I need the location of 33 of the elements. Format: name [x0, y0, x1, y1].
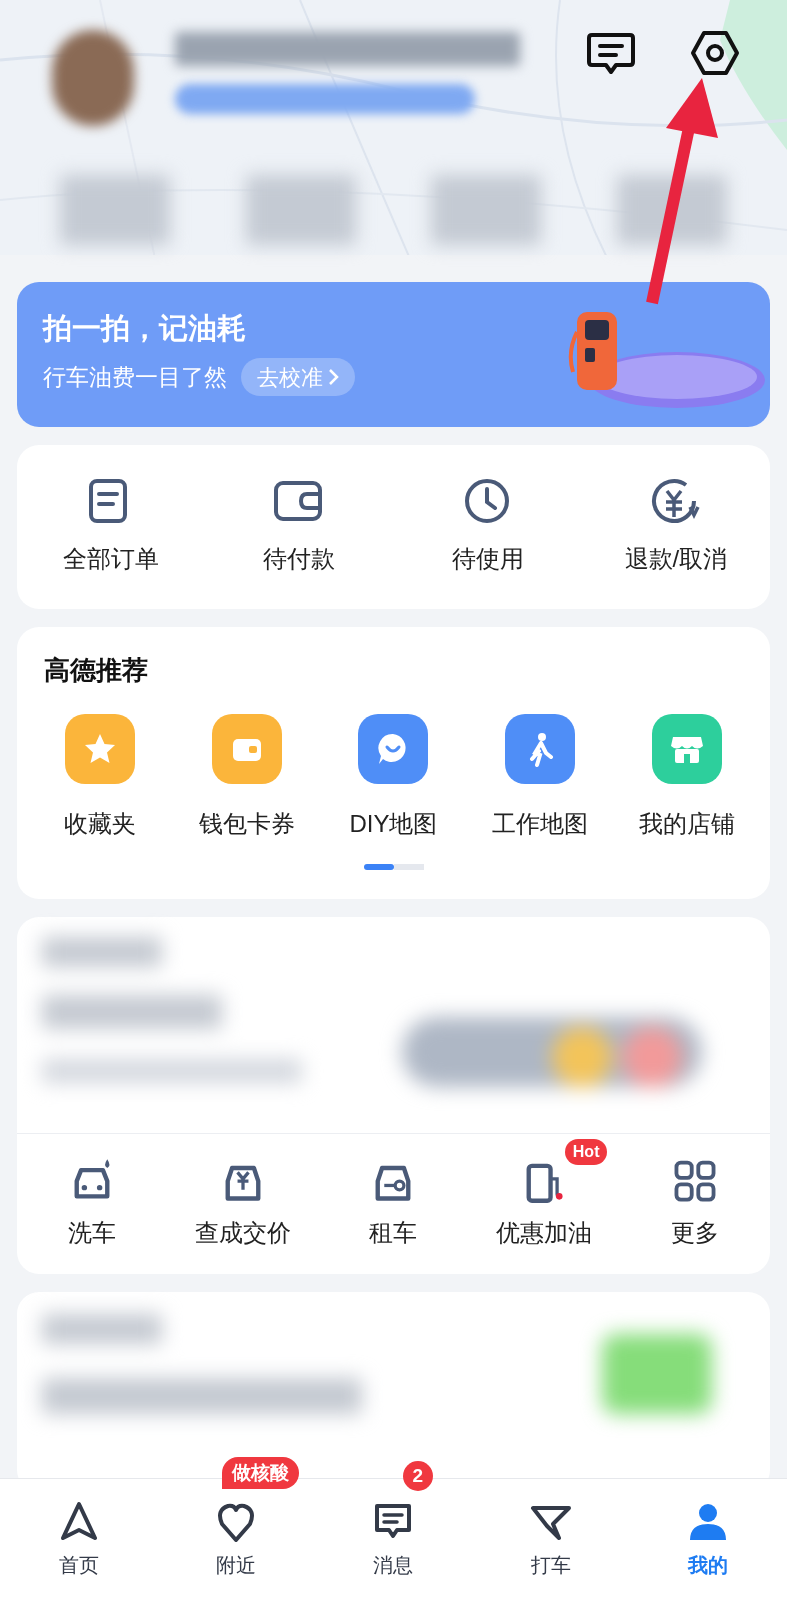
nav-tab[interactable]: 打车	[528, 1499, 573, 1580]
hot-badge: Hot	[564, 1139, 608, 1165]
chevron-right-icon	[327, 368, 339, 386]
refund-icon[interactable]	[649, 477, 702, 525]
app-tile[interactable]	[505, 714, 576, 784]
service-label[interactable]: 洗车	[68, 1215, 117, 1251]
app-tile[interactable]	[211, 714, 282, 784]
service-label[interactable]: 查成交价	[194, 1215, 291, 1251]
app-tile[interactable]	[65, 714, 136, 784]
banner-title: 拍一拍，记油耗	[43, 311, 247, 346]
nav-badge: 做核酸	[222, 1457, 300, 1489]
service-label[interactable]: 更多	[670, 1215, 719, 1251]
nav-tab[interactable]: 附近	[214, 1499, 259, 1580]
nav-tab[interactable]: 我的	[686, 1499, 731, 1580]
app-tile[interactable]	[651, 714, 722, 784]
app-tile[interactable]	[358, 714, 429, 784]
message-icon[interactable]	[586, 32, 636, 76]
app-label[interactable]: 收藏夹	[64, 806, 137, 842]
app-label[interactable]: 我的店铺	[638, 806, 735, 842]
order-label[interactable]: 待使用	[451, 541, 524, 577]
nav-tab[interactable]: 消息	[371, 1499, 416, 1580]
app-label[interactable]: 工作地图	[492, 806, 589, 842]
app-label[interactable]: 钱包卡券	[198, 806, 295, 842]
app-label[interactable]: DIY地图	[349, 806, 438, 842]
order-label[interactable]: 全部订单	[63, 541, 160, 577]
banner-subtitle: 行车油费一目了然	[43, 362, 227, 392]
order-label[interactable]: 待付款	[263, 541, 336, 577]
nav-tab[interactable]: 首页	[56, 1499, 101, 1580]
section-title: 高德推荐	[43, 654, 149, 687]
order-label[interactable]: 退款/取消	[624, 541, 728, 577]
service-label[interactable]: 租车	[369, 1215, 418, 1251]
service-label[interactable]: 优惠加油	[496, 1215, 593, 1251]
settings-icon[interactable]	[690, 30, 740, 76]
